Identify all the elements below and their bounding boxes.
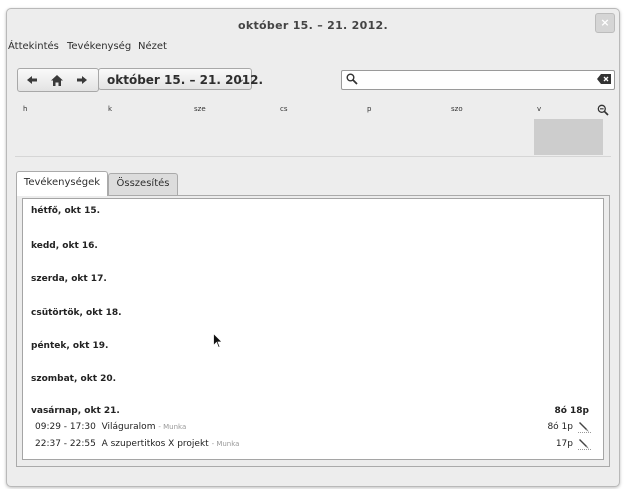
- fact-row[interactable]: 22:37 - 22:55 A szupertitkos X projekt -…: [35, 439, 239, 449]
- day-header: p: [367, 105, 372, 113]
- current-week-button[interactable]: [45, 69, 69, 91]
- fact-time: 22:37 - 22:55: [35, 439, 96, 449]
- titlebar[interactable]: október 15. – 21. 2012. ×: [7, 9, 619, 39]
- fact-activity: A szupertitkos X projekt: [101, 439, 209, 449]
- app-window: október 15. – 21. 2012. × Áttekintés Tev…: [6, 8, 620, 487]
- fact-category: - Munka: [211, 440, 240, 448]
- zoom-out-icon[interactable]: [597, 104, 609, 116]
- home-icon: [51, 74, 63, 86]
- navigation-group: [17, 68, 99, 92]
- divider: [15, 156, 611, 157]
- menu-activity[interactable]: Tevékenység: [67, 41, 131, 52]
- fact-duration: 8ó 1p: [547, 422, 573, 432]
- day-heading: szerda, okt 17.: [31, 274, 107, 284]
- activities-panel: hétfő, okt 15. kedd, okt 16. szerda, okt…: [16, 195, 610, 467]
- activity-list[interactable]: hétfő, okt 15. kedd, okt 16. szerda, okt…: [22, 198, 604, 460]
- mouse-cursor-icon: [213, 333, 223, 349]
- day-heading: csütörtök, okt 18.: [31, 308, 122, 318]
- menu-view[interactable]: Nézet: [138, 41, 167, 52]
- search-input[interactable]: [360, 72, 590, 86]
- day-heading: hétfő, okt 15.: [31, 206, 101, 216]
- next-week-button[interactable]: [70, 69, 94, 91]
- day-total: 8ó 18p: [554, 406, 589, 416]
- fact-time: 09:29 - 17:30: [35, 422, 96, 432]
- day-header-row: h k sze cs p szo v: [7, 104, 619, 119]
- day-heading: vasárnap, okt 21.: [31, 406, 120, 416]
- arrow-left-icon: [27, 76, 37, 84]
- arrow-right-icon: [77, 76, 87, 84]
- day-heading: péntek, okt 19.: [31, 341, 109, 351]
- search-icon: [346, 73, 358, 85]
- edit-icon[interactable]: [578, 438, 591, 450]
- day-heading: kedd, okt 16.: [31, 241, 98, 251]
- timeline-activity-block: [534, 119, 603, 155]
- menu-overview[interactable]: Áttekintés: [8, 41, 59, 52]
- date-range-button[interactable]: október 15. – 21. 2012. ⌄: [98, 68, 263, 90]
- edit-icon[interactable]: [578, 421, 591, 433]
- tab-totals[interactable]: Összesítés: [108, 173, 178, 195]
- fact-category: - Munka: [158, 423, 187, 431]
- day-header: sze: [194, 105, 206, 113]
- toolbar: október 15. – 21. 2012. ⌄: [7, 67, 619, 99]
- fact-duration: 17p: [555, 439, 573, 449]
- fact-row[interactable]: 09:29 - 17:30 Világuralom - Munka: [35, 422, 186, 432]
- clear-icon[interactable]: [597, 74, 611, 84]
- search-field[interactable]: [341, 70, 615, 90]
- day-header: cs: [280, 105, 288, 113]
- fact-activity: Világuralom: [101, 422, 156, 432]
- day-header: szo: [451, 105, 463, 113]
- day-header: v: [537, 105, 542, 113]
- previous-week-button[interactable]: [20, 69, 44, 91]
- close-button[interactable]: ×: [595, 13, 615, 33]
- day-header: h: [23, 105, 28, 113]
- tab-activities[interactable]: Tevékenységek: [16, 171, 108, 196]
- day-header: k: [108, 105, 113, 113]
- activity-timeline[interactable]: [15, 119, 611, 155]
- chevron-down-icon: ⌄: [236, 74, 245, 85]
- window-title: október 15. – 21. 2012.: [238, 19, 388, 32]
- day-heading: szombat, okt 20.: [31, 374, 117, 384]
